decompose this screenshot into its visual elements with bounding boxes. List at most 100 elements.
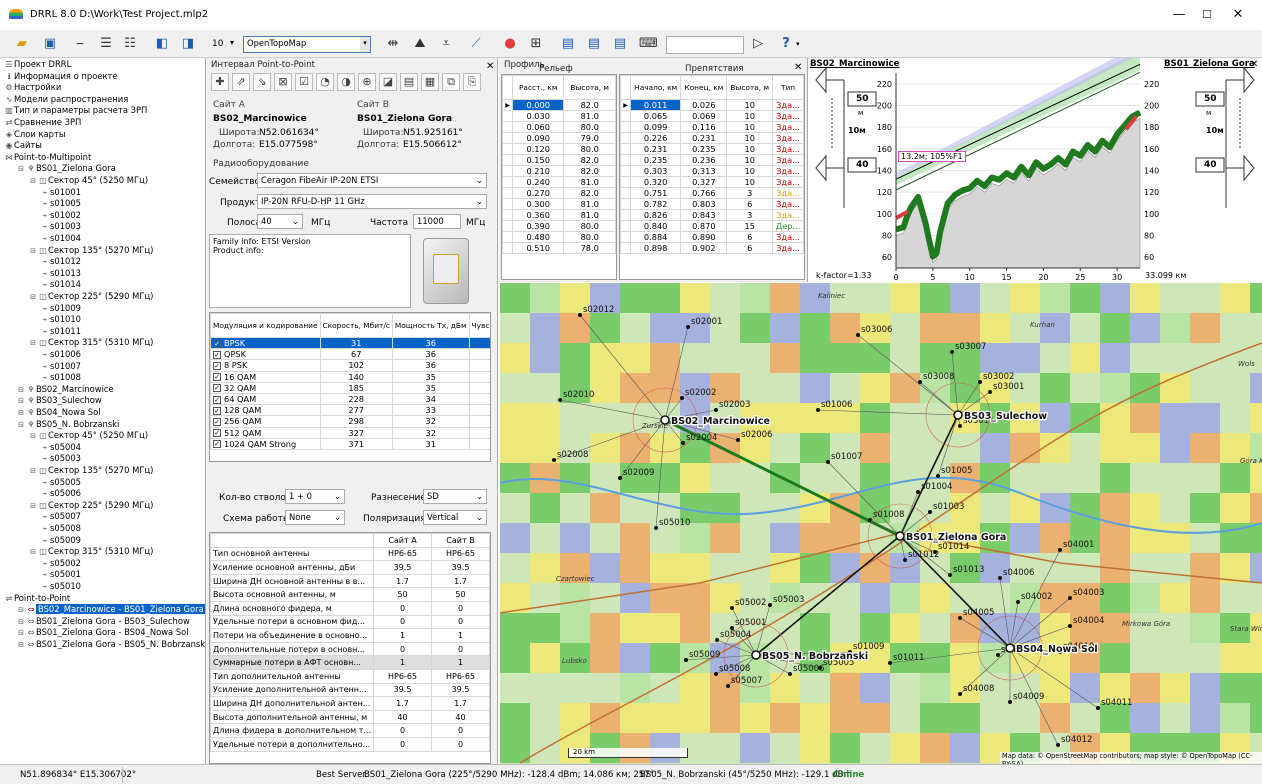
checkbox-icon[interactable]: ✓ [213, 440, 221, 449]
base-station-marker[interactable] [1005, 643, 1015, 653]
terminal-marker[interactable] [618, 476, 622, 480]
obstacle-cell[interactable]: 0.099 [629, 121, 682, 133]
obstacle-row[interactable]: 0.303 0.313 10 Зда... [620, 165, 804, 177]
ant-row[interactable]: Усиление дополнительной антенн... 39.5 39.… [210, 682, 490, 698]
tree-item[interactable]: ⌁ s01014 [40, 279, 81, 290]
obstacle-cell[interactable]: 0.766 [680, 187, 728, 199]
export-html-icon[interactable]: ▤ [610, 34, 630, 54]
terminal-marker[interactable] [686, 325, 690, 329]
relief-cell[interactable]: 80.0 [563, 231, 616, 243]
modulation-table[interactable]: Модуляция и кодирование Скорость, Мбит/с М… [209, 312, 491, 462]
mod-row[interactable]: ✓16 QAM 140 35 -81.5 [210, 370, 490, 383]
relief-row[interactable]: 0.210 82.0 [502, 165, 616, 177]
relief-cell[interactable]: 0.000 [511, 99, 565, 111]
ant-cell[interactable]: 50 [431, 587, 490, 602]
scheme-select[interactable]: None ⌄ [285, 510, 345, 525]
expand-toggle-icon[interactable]: ⊟ [16, 640, 26, 651]
map-source-select[interactable]: OpenTopoMap ▾ [243, 36, 371, 53]
close-icon[interactable]: ✕ [486, 61, 494, 72]
obstacle-cell[interactable]: 0.236 [680, 154, 728, 166]
checkbox-icon[interactable]: ✓ [213, 339, 221, 348]
obstacle-cell[interactable]: 6 [726, 242, 774, 254]
polar-select[interactable]: Vertical ⌄ [423, 510, 487, 525]
obstacle-cell[interactable]: Зда... [772, 209, 804, 221]
terminal-marker[interactable] [788, 672, 792, 676]
expand-toggle-icon[interactable]: ⊟ [28, 547, 38, 558]
obstacle-cell[interactable]: 0.320 [629, 176, 682, 188]
obstacle-row[interactable]: 0.840 0.870 15 Дер... [620, 220, 804, 232]
play-icon[interactable]: ▷ [748, 34, 768, 54]
tree-item[interactable]: ⊟ ⇔ BS01_Zielona Gora - BS03_Sulechow [16, 616, 190, 627]
ant-cell[interactable]: 39.5 [431, 682, 490, 698]
ant-cell[interactable]: 39.5 [373, 560, 432, 575]
tree-item[interactable]: ⌁ s05007 [40, 511, 81, 522]
terminal-marker[interactable] [714, 408, 718, 412]
obstacles-table[interactable]: Начало, км Конец, км Высота, м Тип ▶ 0.011 0.0… [619, 74, 805, 280]
obstacle-cell[interactable]: 0.898 [629, 242, 682, 254]
save-icon[interactable]: ▣ [40, 34, 60, 54]
tree-item[interactable]: ⊟ ⇔ BS01_Zielona Gora - BS04_Nowa Sol [16, 627, 189, 638]
freq-input[interactable]: 11000 [413, 214, 461, 229]
analysis-icon[interactable]: ◔ [316, 73, 334, 91]
relief-row[interactable]: 0.240 81.0 [502, 176, 616, 188]
relief-row[interactable]: ▶ 0.000 82.0 [502, 99, 616, 111]
relief-cell[interactable]: 81.0 [563, 209, 616, 221]
ant-cell[interactable]: 0 [431, 641, 490, 657]
relief-cell[interactable]: 80.0 [563, 143, 616, 155]
checkbox-icon[interactable]: ✓ [213, 406, 221, 415]
obstacle-cell[interactable]: Зда... [772, 242, 804, 254]
expand-toggle-icon[interactable]: ⊟ [16, 628, 26, 639]
band-select[interactable]: 40 ⌄ [257, 214, 303, 229]
tree-item[interactable]: ⚙Настройки [4, 82, 61, 93]
relief-row[interactable]: 0.090 79.0 [502, 132, 616, 144]
expand-toggle-icon[interactable]: ⊟ [28, 176, 38, 187]
relief-cell[interactable]: 0.300 [511, 198, 565, 210]
checkbox-icon[interactable]: ✓ [213, 361, 221, 370]
ant-cell[interactable]: 1.7 [431, 573, 490, 589]
terminal-marker[interactable] [768, 603, 772, 607]
obstacle-cell[interactable]: 0.026 [680, 99, 728, 111]
mod-header[interactable]: Чувствит. Rx, дБм [468, 313, 490, 338]
mod-row[interactable]: ✓8 PSK 102 36 -83 [210, 359, 490, 372]
line-icon[interactable]: ⎯ [70, 34, 90, 54]
obstacle-cell[interactable]: 6 [726, 198, 774, 210]
tree-item[interactable]: ⌁ s01006 [40, 349, 81, 360]
checkbox-icon[interactable]: ✓ [213, 350, 221, 359]
terminal-marker[interactable] [1068, 596, 1072, 600]
relief-row[interactable]: 0.360 81.0 [502, 209, 616, 221]
expand-toggle-icon[interactable]: ⊟ [16, 385, 26, 396]
relief-cell[interactable]: 82.0 [563, 187, 616, 199]
ant-cell[interactable]: 1 [431, 655, 490, 670]
obstacle-cell[interactable]: 0.890 [680, 231, 728, 243]
relief-cell[interactable]: 0.240 [511, 176, 565, 188]
tree-item[interactable]: ⇌ Point-to-Point [4, 593, 71, 604]
tree-item[interactable]: ℹ Информация о проекте [4, 71, 117, 82]
obstacle-cell[interactable]: 0.826 [629, 209, 682, 221]
copy-icon[interactable]: ⧉ [442, 73, 460, 91]
obstacle-row[interactable]: 0.751 0.766 3 Зда... [620, 187, 804, 199]
base-station-marker[interactable] [751, 650, 761, 660]
obstacle-cell[interactable]: 0.065 [629, 110, 682, 122]
obstacle-cell[interactable]: 10 [726, 99, 774, 111]
ant-row[interactable]: Удельные потери в дополнительно... 0 0 [210, 736, 490, 752]
terminal-marker[interactable] [1068, 624, 1072, 628]
expand-toggle-icon[interactable]: ⊟ [16, 617, 26, 628]
tree-item[interactable]: ⌁ s01004 [40, 233, 81, 244]
tree-item[interactable]: ⌁ s05003 [40, 453, 81, 464]
terminal-marker[interactable] [726, 684, 730, 688]
obstacle-cell[interactable]: Зда... [772, 110, 804, 122]
terminal-marker[interactable] [996, 653, 1000, 657]
tree-item[interactable]: ⌁ s01013 [40, 268, 81, 279]
obstacle-cell[interactable]: 0.840 [629, 220, 682, 232]
analysis-2-icon[interactable]: ◑ [337, 73, 355, 91]
ant-row[interactable]: Длина основного фидера, м00 [210, 600, 490, 616]
ant-cell[interactable]: 0 [373, 600, 432, 616]
close-icon[interactable]: ✕ [1250, 59, 1258, 70]
terminal-marker[interactable] [1096, 706, 1100, 710]
maximize-button[interactable]: ☐ [1196, 6, 1218, 24]
obstacle-row[interactable]: 0.884 0.890 6 Зда... [620, 231, 804, 243]
tree-item[interactable]: ⌁ s01011 [40, 326, 81, 337]
ant-cell[interactable]: 50 [373, 587, 432, 602]
route-reverse-icon[interactable]: ⇘ [253, 73, 271, 91]
tree-item[interactable]: ⇄ Сравнение ЗРП [4, 117, 82, 128]
